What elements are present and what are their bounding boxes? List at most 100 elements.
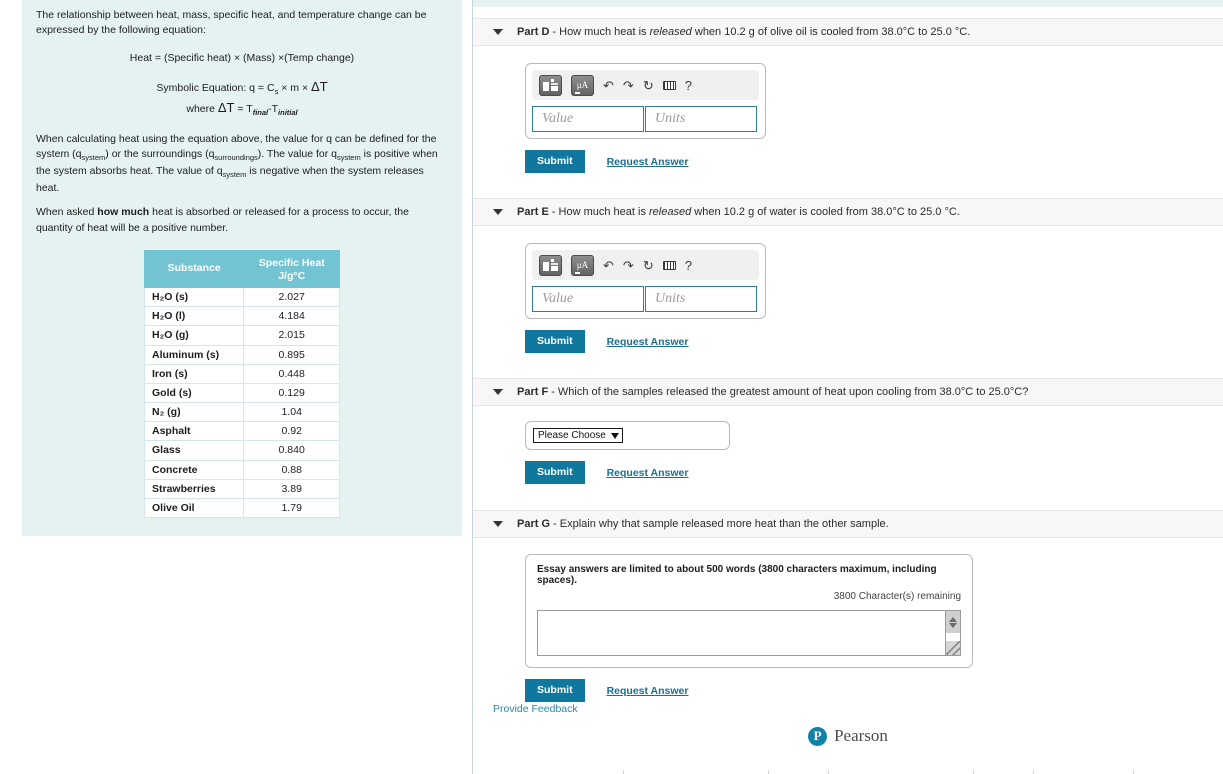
part-d-submit-button[interactable]: Submit — [525, 150, 585, 173]
word-equation-text: Heat = (Specific heat) × (Mass) ×(Temp c… — [129, 52, 355, 65]
cell-substance: Aluminum (s) — [143, 344, 245, 365]
cell-substance: Gold (s) — [143, 382, 245, 404]
table-row: Strawberries 3.89 — [143, 478, 340, 499]
scroll-up-icon[interactable] — [949, 616, 957, 622]
units-micro-amp-icon[interactable]: μA — [571, 74, 594, 96]
table-row: H₂O (l) 4.184 — [143, 306, 340, 327]
pearson-wordmark: Pearson — [834, 726, 888, 745]
part-f-choice-select[interactable]: Please Choose — [533, 428, 623, 443]
chevron-down-icon[interactable] — [493, 521, 503, 527]
provide-feedback-link[interactable]: Provide Feedback — [493, 703, 578, 715]
part-d-value-input[interactable]: Value — [532, 106, 644, 132]
part-g-request-answer-link[interactable]: Request Answer — [607, 685, 689, 697]
part-e-value-input[interactable]: Value — [532, 286, 644, 312]
cell-substance: Glass — [143, 440, 245, 461]
table-row: Concrete 0.88 — [143, 459, 340, 480]
cell-specific-heat: 2.015 — [243, 325, 340, 346]
table-row: Aluminum (s) 0.895 — [143, 344, 340, 365]
reset-icon[interactable]: ↻ — [643, 79, 654, 92]
cell-specific-heat: 1.04 — [243, 402, 340, 423]
symbolic-label: Symbolic Equation: q = C — [156, 82, 275, 95]
cell-substance: Strawberries — [143, 478, 245, 499]
part-d-header[interactable]: Part D - How much heat is released when … — [473, 18, 1223, 46]
characters-remaining-label: 3800 Character(s) remaining — [833, 591, 961, 602]
para2-sub3: system — [336, 153, 361, 163]
chevron-down-icon[interactable] — [493, 209, 503, 215]
part-e-fields: Value Units — [532, 286, 759, 312]
para3-a: When asked — [36, 206, 98, 219]
part-e-answer-box: μA ↶ ↷ ↻ ? Value Units — [525, 243, 766, 319]
delta-t-symbol: ΔT — [311, 79, 328, 95]
part-f-submit-button[interactable]: Submit — [525, 461, 585, 484]
assignment-column: Part D - How much heat is released when … — [473, 0, 1223, 774]
where-minus: -T — [268, 102, 279, 115]
cell-specific-heat: 0.129 — [243, 382, 340, 404]
cell-substance: H₂O (g) — [143, 325, 245, 346]
chevron-down-icon[interactable] — [493, 389, 503, 395]
part-d-question: - How much heat is released when 10.2 g … — [552, 26, 970, 38]
help-icon[interactable]: ? — [685, 259, 692, 272]
redo-icon[interactable]: ↷ — [623, 259, 634, 272]
cell-substance: H₂O (s) — [143, 286, 245, 308]
chevron-down-icon — [610, 432, 619, 439]
top-accent-bar — [473, 0, 1223, 7]
template-icon[interactable] — [539, 74, 562, 96]
template-icon[interactable] — [539, 254, 562, 276]
part-d-units-input[interactable]: Units — [645, 106, 757, 132]
table-row: N₂ (g) 1.04 — [143, 402, 340, 423]
part-e-request-answer-link[interactable]: Request Answer — [607, 336, 689, 348]
symbolic-rest: × m × — [278, 82, 311, 95]
part-d-question-emphasis: released — [649, 26, 692, 38]
part-g-body: Essay answers are limited to about 500 w… — [473, 554, 1223, 702]
undo-icon[interactable]: ↶ — [603, 79, 614, 92]
cell-specific-heat: 0.88 — [243, 459, 340, 480]
part-d-answer-toolbar: μA ↶ ↷ ↻ ? — [532, 70, 759, 100]
where-eq: = T — [234, 102, 253, 115]
table-body: H₂O (s) 2.027 H₂O (l) 4.184 H₂O (g) 2.015 Alum… — [143, 286, 340, 519]
part-d-submit-row: Submit Request Answer — [525, 150, 1223, 173]
part-f-request-answer-link[interactable]: Request Answer — [607, 467, 689, 479]
resize-grip-icon[interactable] — [946, 641, 960, 655]
units-micro-amp-icon[interactable]: μA — [571, 254, 594, 276]
redo-icon[interactable]: ↷ — [623, 79, 634, 92]
keyboard-icon[interactable] — [662, 260, 676, 270]
part-e-submit-button[interactable]: Submit — [525, 330, 585, 353]
part-f-selected-value: Please Choose — [538, 430, 606, 441]
cell-specific-heat: 4.184 — [243, 306, 340, 327]
part-g-header[interactable]: Part G - Explain why that sample release… — [473, 510, 1223, 538]
part-e-header[interactable]: Part E - How much heat is released when … — [473, 198, 1223, 226]
col-header-specific-heat: Specific Heat J/g°C — [243, 249, 340, 288]
specific-heat-table-wrapper: Substance Specific Heat J/g°C H₂O (s) 2.0… — [143, 249, 340, 519]
reset-icon[interactable]: ↻ — [643, 259, 654, 272]
part-f-question: - Which of the samples released the grea… — [551, 386, 1029, 398]
part-d-question-b: when 10.2 g of olive oil is cooled from … — [691, 26, 971, 38]
keyboard-icon[interactable] — [662, 80, 676, 90]
intro-panel: The relationship between heat, mass, spe… — [22, 0, 462, 537]
pearson-logo: P Pearson — [473, 726, 1223, 746]
para2-sub1: system — [81, 153, 106, 163]
cell-specific-heat: 0.92 — [243, 421, 340, 442]
t-final-sub: final — [252, 107, 269, 117]
essay-scrollbar-thumb[interactable] — [946, 611, 960, 633]
part-d-answer-box: μA ↶ ↷ ↻ ? Value Units — [525, 63, 766, 139]
undo-icon[interactable]: ↶ — [603, 259, 614, 272]
cell-specific-heat: 2.027 — [243, 286, 340, 308]
para2-sub2: surroundings — [214, 153, 258, 163]
table-head: Substance Specific Heat J/g°C — [143, 249, 340, 288]
table-row: H₂O (s) 2.027 — [143, 286, 340, 308]
part-g-essay-textarea[interactable] — [537, 610, 961, 656]
scroll-down-icon[interactable] — [949, 622, 957, 628]
intro-paragraph: The relationship between heat, mass, spe… — [36, 9, 427, 37]
cell-specific-heat: 0.895 — [243, 344, 340, 365]
cell-specific-heat: 3.89 — [243, 478, 340, 499]
part-d-request-answer-link[interactable]: Request Answer — [607, 156, 689, 168]
part-f-header[interactable]: Part F - Which of the samples released t… — [473, 378, 1223, 406]
part-g-submit-button[interactable]: Submit — [525, 679, 585, 702]
chevron-down-icon[interactable] — [493, 29, 503, 35]
help-icon[interactable]: ? — [685, 79, 692, 92]
part-e-answer-toolbar: μA ↶ ↷ ↻ ? — [532, 250, 759, 280]
cell-substance: Concrete — [143, 459, 245, 480]
where-prefix: where — [186, 102, 218, 115]
cell-substance: H₂O (l) — [143, 306, 245, 327]
part-e-units-input[interactable]: Units — [645, 286, 757, 312]
